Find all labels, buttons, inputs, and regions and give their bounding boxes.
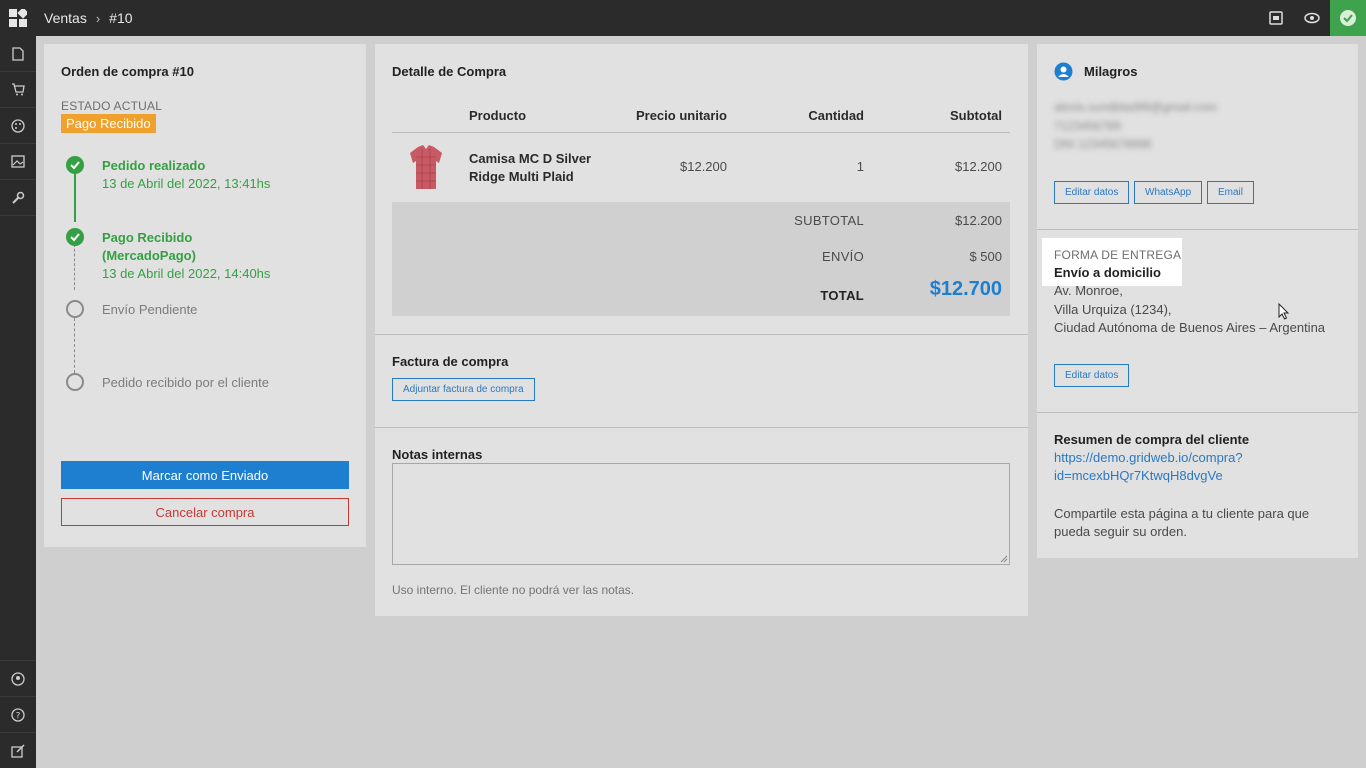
product-thumbnail[interactable]	[408, 143, 444, 191]
archive-icon[interactable]	[1258, 0, 1294, 36]
empty-circle-icon	[66, 373, 84, 391]
share-text: Compartile esta página a tu cliente para…	[1054, 506, 1310, 539]
subtotal-value: $12.200	[955, 213, 1002, 228]
empty-circle-icon	[66, 300, 84, 318]
internal-notes-textarea[interactable]	[392, 463, 1010, 565]
column-header-unit-price: Precio unitario	[635, 108, 727, 123]
attach-invoice-button[interactable]: Adjuntar factura de compra	[392, 378, 535, 401]
help-icon[interactable]: ?	[0, 696, 36, 732]
total-label: TOTAL	[820, 288, 864, 303]
summary-link-line[interactable]: id=mcexbHQr7KtwqH8dvgVe	[1054, 467, 1243, 485]
step-title: Envío Pendiente	[102, 302, 198, 317]
edit-customer-button[interactable]: Editar datos	[1054, 181, 1130, 204]
whatsapp-button[interactable]: WhatsApp	[1134, 181, 1203, 204]
shipping-value: $ 500	[969, 249, 1002, 264]
section-divider	[1037, 412, 1358, 413]
status-badge: Pago Recibido	[61, 114, 156, 133]
step-date: 13 de Abril del 2022, 14:40hs	[102, 266, 271, 281]
product-subtotal: $12.200	[955, 159, 1002, 174]
section-divider	[1037, 229, 1358, 230]
shipping-label: ENVÍO	[822, 249, 864, 264]
product-qty: 1	[856, 159, 864, 174]
check-circle-icon[interactable]	[1330, 0, 1366, 36]
tools-icon[interactable]	[0, 180, 36, 216]
status-label: ESTADO ACTUAL	[61, 99, 163, 113]
step-title: Pago Recibido (MercadoPago)	[102, 230, 196, 263]
column-header-product: Producto	[469, 108, 527, 123]
subtotal-label: SUBTOTAL	[794, 213, 864, 228]
order-title: Orden de compra #10	[61, 64, 194, 79]
email-button[interactable]: Email	[1207, 181, 1255, 204]
resize-handle-icon[interactable]	[1000, 555, 1008, 563]
detail-title: Detalle de Compra	[392, 64, 507, 79]
table-header: Producto Precio unitario Cantidad Subtot…	[392, 106, 1010, 133]
customer-dni: DNI 12345678998	[1054, 137, 1152, 151]
dashboard-logo-icon[interactable]	[0, 0, 36, 36]
totals-box: SUBTOTAL $12.200 ENVÍO $ 500 TOTAL $12.7…	[392, 202, 1010, 316]
step-title: Pedido recibido por el cliente	[102, 375, 269, 390]
timeline-connector	[74, 318, 75, 373]
address-line: Villa Urquiza (1234),	[1054, 302, 1172, 317]
section-divider	[375, 427, 1028, 428]
section-divider	[375, 334, 1028, 335]
breadcrumb-ventas[interactable]: Ventas	[44, 10, 87, 26]
summary-link-line[interactable]: https://demo.gridweb.io/compra?	[1054, 449, 1243, 467]
customer-phone: 7123456789	[1054, 119, 1121, 133]
step-date: 13 de Abril del 2022, 13:41hs	[102, 176, 271, 191]
step-title: Pedido realizado	[102, 158, 206, 173]
breadcrumb-current: #10	[109, 10, 133, 26]
address-line: Av. Monroe,	[1054, 283, 1123, 298]
timeline-connector	[74, 244, 75, 290]
external-edit-icon[interactable]	[0, 732, 36, 768]
cancel-order-button[interactable]: Cancelar compra	[61, 498, 349, 526]
user-circle-icon[interactable]	[0, 660, 36, 696]
chevron-right-icon: ›	[95, 10, 101, 26]
purchase-detail-panel: Detalle de Compra Producto Precio unitar…	[375, 44, 1028, 616]
mark-shipped-button[interactable]: Marcar como Enviado	[61, 461, 349, 489]
address-line: Ciudad Autónoma de Buenos Aires – Argent…	[1054, 320, 1326, 335]
image-icon[interactable]	[0, 144, 36, 180]
cart-icon[interactable]	[0, 72, 36, 108]
mouse-cursor-icon	[1278, 303, 1290, 320]
column-header-qty: Cantidad	[808, 108, 864, 123]
user-avatar-icon	[1054, 62, 1073, 81]
order-status-panel: Orden de compra #10 ESTADO ACTUAL Pago R…	[44, 44, 366, 547]
edit-address-button[interactable]: Editar datos	[1054, 364, 1130, 387]
check-icon	[66, 156, 84, 174]
customer-panel: Milagros alexis.sundblad99@gmail.com 712…	[1037, 44, 1358, 558]
delivery-method: Envío a domicilio	[1054, 265, 1161, 280]
eye-icon[interactable]	[1294, 0, 1330, 36]
sidebar: ?	[0, 36, 36, 768]
table-row: Camisa MC D Silver Ridge Multi Plaid $12…	[392, 133, 1010, 202]
product-name[interactable]: Camisa MC D Silver Ridge Multi Plaid	[469, 150, 609, 186]
product-unit-price: $12.200	[680, 159, 727, 174]
notes-title: Notas internas	[392, 447, 483, 462]
breadcrumb: Ventas › #10	[44, 10, 133, 26]
notes-hint: Uso interno. El cliente no podrá ver las…	[392, 583, 635, 597]
column-header-subtotal: Subtotal	[950, 108, 1002, 123]
check-icon	[66, 228, 84, 246]
customer-name: Milagros	[1084, 64, 1138, 79]
summary-link[interactable]: https://demo.gridweb.io/compra? id=mcexb…	[1054, 449, 1243, 485]
document-icon[interactable]	[0, 36, 36, 72]
total-value: $12.700	[929, 278, 1002, 300]
invoice-title: Factura de compra	[392, 354, 509, 369]
customer-email: alexis.sundblad99@gmail.com	[1054, 100, 1217, 114]
palette-icon[interactable]	[0, 108, 36, 144]
summary-title: Resumen de compra del cliente	[1054, 432, 1250, 447]
timeline-connector	[74, 172, 76, 222]
delivery-label: FORMA DE ENTREGA	[1054, 248, 1182, 262]
top-bar: Ventas › #10	[0, 0, 1366, 36]
svg-text:?: ?	[16, 711, 21, 721]
